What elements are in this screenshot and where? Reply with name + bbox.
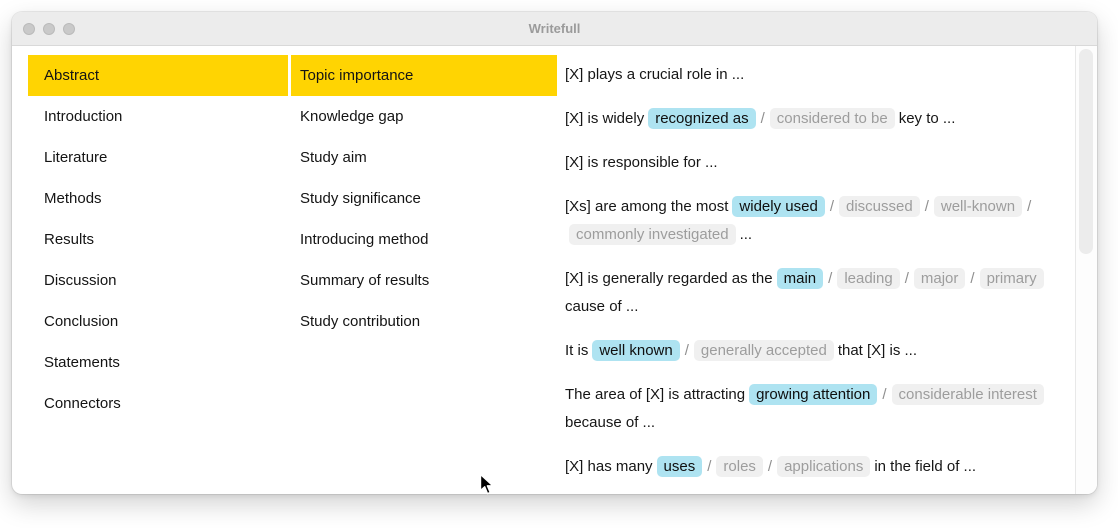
alternative-separator: / [684,342,689,359]
sentence-template-4[interactable]: [Xs] are among the most widely used / discu… [565,193,1069,249]
alternative-chip[interactable]: commonly investigated [569,224,736,245]
sidebar-item-abstract[interactable]: Abstract [28,55,288,96]
minimize-button[interactable] [43,22,55,35]
sentence-text: [X] plays a crucial role in ... [565,66,745,83]
alternative-separator: / [924,198,929,215]
sentence-text: [X] is responsible for ... [565,154,718,171]
highlight-chip[interactable]: well known [592,340,680,361]
alternative-chip[interactable]: considered to be [769,108,895,129]
sentence-template-7[interactable]: The area of [X] is attracting growing att… [565,381,1069,437]
sentence-text: [X] is widely [565,110,645,127]
alternative-separator: / [767,458,773,475]
scrollbar-thumb[interactable] [1079,49,1093,254]
close-button[interactable] [23,22,35,35]
sections-column: Abstract Introduction Literature Methods… [28,46,288,494]
topic-item-topic-importance[interactable]: Topic importance [291,55,557,96]
alternative-separator: / [970,270,975,287]
alternative-chip[interactable]: discussed [838,196,920,217]
sentence-text: because of ... [565,414,656,431]
sidebar-item-label: Introduction [44,108,123,125]
sidebar-item-label: Statements [44,354,120,371]
sidebar-item-label: Connectors [44,395,121,412]
scrollbar-track[interactable] [1075,46,1097,494]
window-title: Writefull [528,21,581,36]
alternative-chip[interactable]: major [913,268,966,289]
alternative-separator: / [904,270,909,287]
sentence-template-6[interactable]: It is well known / generally accepted that [… [565,337,1069,365]
sentence-template-2[interactable]: [X] is widely recognized as / considered to… [565,105,1069,133]
main-content: Abstract Introduction Literature Methods… [12,46,1097,494]
topic-item-label: Summary of results [300,272,430,289]
sentence-template-3[interactable]: [X] is responsible for ... [565,149,1069,177]
sidebar-item-label: Conclusion [44,313,119,330]
sidebar-item-label: Methods [44,190,102,207]
sidebar-item-conclusion[interactable]: Conclusion [28,301,288,342]
sentence-text: key to ... [898,110,956,127]
topic-item-study-contribution[interactable]: Study contribution [291,301,557,342]
sentence-list: [X] plays a crucial role in ... [X] is w… [557,46,1075,494]
topic-item-label: Knowledge gap [300,108,404,125]
sentence-text: The area of [X] is attracting [565,386,746,403]
topic-item-label: Topic importance [300,67,414,84]
zoom-button[interactable] [63,22,75,35]
sentence-template-1[interactable]: [X] plays a crucial role in ... [565,61,1069,89]
sidebar-item-label: Literature [44,149,108,166]
alternative-chip[interactable]: primary [979,268,1044,289]
sidebar-item-discussion[interactable]: Discussion [28,260,288,301]
app-window: Writefull Abstract Introduction Literatu… [12,12,1097,494]
alternative-separator: / [1027,198,1032,215]
alternative-chip[interactable]: applications [777,456,871,477]
topic-item-introducing-method[interactable]: Introducing method [291,219,557,260]
highlight-chip[interactable]: uses [656,456,703,477]
window-controls [12,22,75,35]
sidebar-item-label: Results [44,231,95,248]
sentence-text: [Xs] are among the most [565,198,729,215]
sidebar-item-connectors[interactable]: Connectors [28,383,288,424]
alternative-chip[interactable]: considerable interest [891,384,1044,405]
sentence-text: ... [739,226,753,243]
alternative-separator: / [882,386,887,403]
sidebar-item-label: Discussion [44,272,117,289]
topic-item-summary-of-results[interactable]: Summary of results [291,260,557,301]
sentence-text: [X] is generally regarded as the [565,270,773,287]
sidebar-item-literature[interactable]: Literature [28,137,288,178]
highlight-chip[interactable]: growing attention [749,384,878,405]
sentence-text: [X] has many [565,458,653,475]
alternative-chip[interactable]: leading [837,268,900,289]
titlebar[interactable]: Writefull [12,12,1097,46]
topics-column: Topic importance Knowledge gap Study aim… [291,46,557,494]
alternative-separator: / [829,198,834,215]
alternative-chip[interactable]: generally accepted [693,340,834,361]
sentence-text: cause of ... [565,298,639,315]
alternative-separator: / [828,270,833,287]
alternative-chip[interactable]: roles [716,456,763,477]
sidebar-item-introduction[interactable]: Introduction [28,96,288,137]
highlight-chip[interactable]: main [776,268,824,289]
sidebar-item-statements[interactable]: Statements [28,342,288,383]
alternative-separator: / [760,110,765,127]
topic-item-label: Study contribution [300,313,421,330]
topic-item-study-aim[interactable]: Study aim [291,137,557,178]
sidebar-item-label: Abstract [44,67,100,84]
sentence-template-5[interactable]: [X] is generally regarded as the main / lea… [565,265,1069,321]
sidebar-item-results[interactable]: Results [28,219,288,260]
sentence-text: that [X] is ... [837,342,918,359]
highlight-chip[interactable]: recognized as [648,108,756,129]
topic-item-label: Study significance [300,190,421,207]
alternative-chip[interactable]: well-known [933,196,1023,217]
sentence-template-8[interactable]: [X] has many uses / roles / applications in th… [565,453,1069,481]
topic-item-label: Study aim [300,149,367,166]
alternative-separator: / [707,458,712,475]
sentence-text: in the field of ... [874,458,977,475]
highlight-chip[interactable]: widely used [732,196,825,217]
topic-item-label: Introducing method [300,231,429,248]
topic-item-study-significance[interactable]: Study significance [291,178,557,219]
topic-item-knowledge-gap[interactable]: Knowledge gap [291,96,557,137]
sidebar-item-methods[interactable]: Methods [28,178,288,219]
sentence-text: It is [565,342,589,359]
